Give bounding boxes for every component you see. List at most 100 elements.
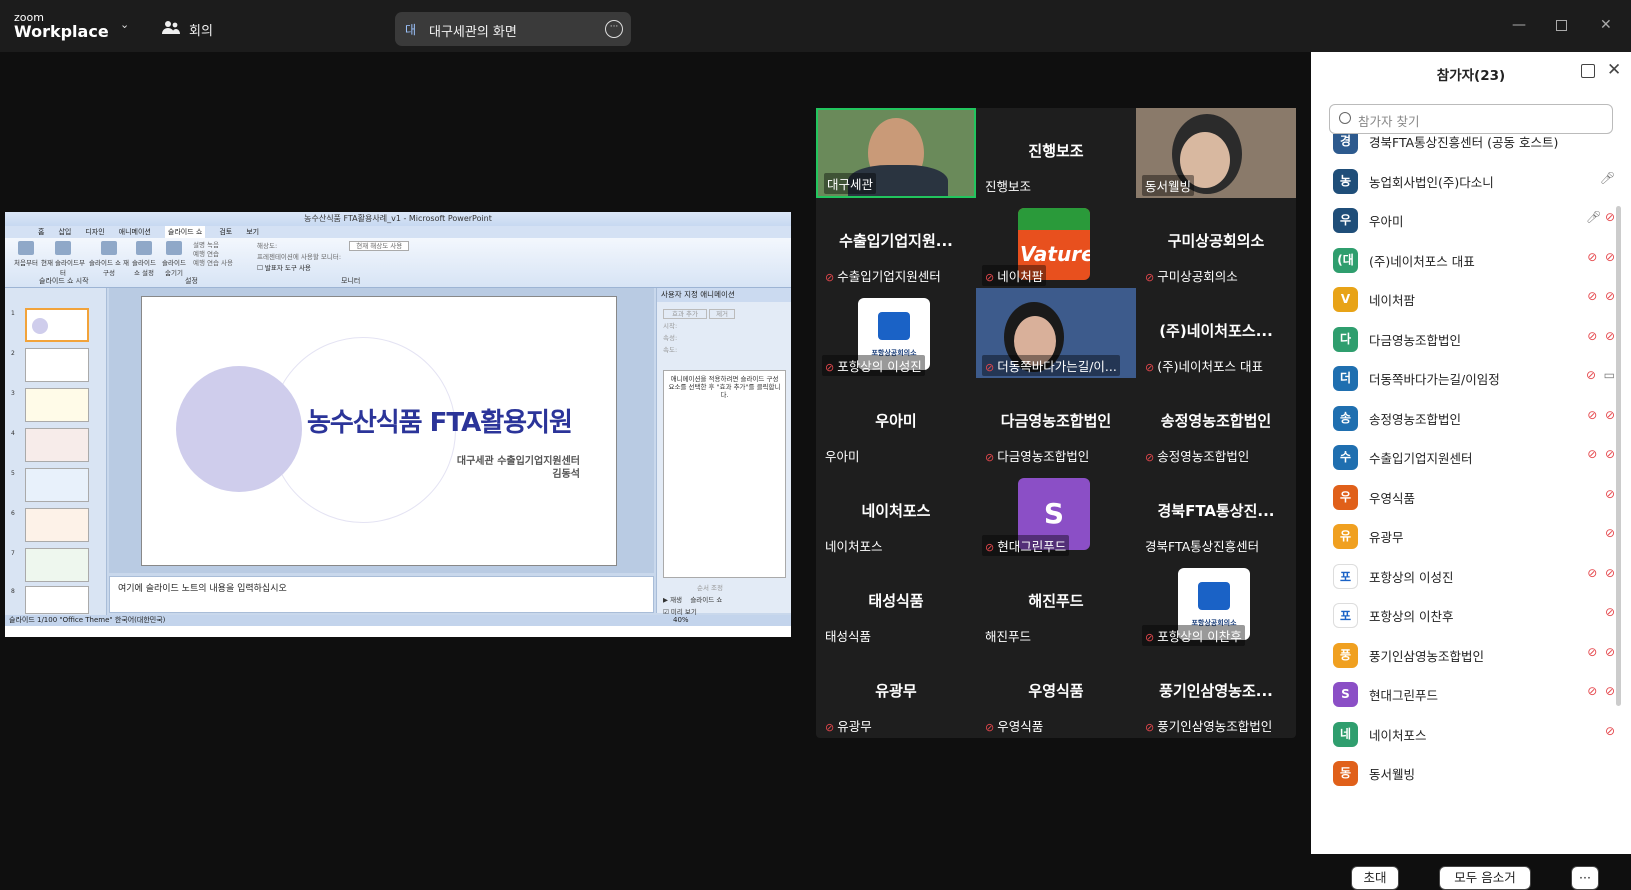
participant-status-icons[interactable]: ⊘ ▭: [1586, 368, 1615, 382]
ppt-statusbar: 슬라이드 1/100 "Office Theme" 한국어(대한민국) 40%: [5, 615, 791, 626]
video-tile[interactable]: 네이처포스 네이처포스: [816, 468, 976, 558]
mic-muted-icon: ⊘: [1587, 328, 1598, 343]
video-tile[interactable]: ⊘ 더동쪽바다가는길/이...: [976, 288, 1136, 378]
video-tile[interactable]: 유광무 ⊘ 유광무: [816, 648, 976, 738]
video-tile[interactable]: 다금영농조합법인 ⊘ 다금영농조합법인: [976, 378, 1136, 468]
tile-label: 태성식품: [825, 629, 872, 644]
slide-num: 7: [11, 550, 15, 557]
video-off-icon: ⊘: [1604, 723, 1615, 738]
tile-label: ⊘ 구미상공회의소: [1145, 269, 1238, 284]
video-tile[interactable]: 포항상공회의소 ⊘ 포항상의 이성진: [816, 288, 976, 378]
participant-status-icons[interactable]: ⊘: [1605, 526, 1615, 540]
participant-status-icons[interactable]: ⊘: [1605, 487, 1615, 501]
mic-muted-icon: ⊘: [1145, 271, 1155, 284]
ppt-btn: 슬라이드 쇼 설정: [129, 241, 159, 277]
ppt-tab: 애니메이션: [118, 228, 151, 236]
participant-status-icons[interactable]: ⊘: [1605, 605, 1615, 619]
video-off-icon: ⊘: [1604, 328, 1615, 343]
participant-row[interactable]: (대 (주)네이처포스 대표 ⊘ ⊘: [1333, 245, 1619, 275]
participant-row[interactable]: 다 다금영농조합법인 ⊘ ⊘: [1333, 324, 1619, 354]
participant-status-icons[interactable]: 🎤︎ ⊘: [1586, 210, 1615, 224]
tile-name: 경북FTA통상진...: [1157, 502, 1275, 520]
video-tile[interactable]: 구미상공회의소 ⊘ 구미상공회의소: [1136, 198, 1296, 288]
video-tile[interactable]: 송정영농조합법인 ⊘ 송정영농조합법인: [1136, 378, 1296, 468]
video-tile[interactable]: 경북FTA통상진... 경북FTA통상진흥센터: [1136, 468, 1296, 558]
mic-muted-icon: ⊘: [985, 451, 995, 464]
participant-row[interactable]: 더 더동쪽바다가는길/이임정 ⊘ ▭: [1333, 363, 1619, 393]
anim-header: 사용자 지정 애니메이션: [657, 288, 791, 302]
video-tile[interactable]: 풍기인삼영농조... ⊘ 풍기인삼영농조합법인: [1136, 648, 1296, 738]
chevron-down-icon[interactable]: ⌄: [120, 18, 129, 31]
video-tile[interactable]: 우영식품 ⊘ 우영식품: [976, 648, 1136, 738]
participant-scrollbar[interactable]: [1616, 206, 1621, 706]
zoom-logo: zoom Workplace: [14, 11, 109, 41]
tile-label: ⊘ 풍기인삼영농조합법인: [1145, 719, 1273, 734]
participant-row[interactable]: 경 경북FTA통상진흥센터 (공동 호스트): [1333, 134, 1619, 156]
ppt-btn: 슬라이드 숨기기: [159, 241, 189, 277]
video-tile[interactable]: 대구세관: [816, 108, 976, 198]
video-tile[interactable]: 태성식품 태성식품: [816, 558, 976, 648]
participant-status-icons[interactable]: 🎤︎: [1600, 171, 1615, 185]
avatar: (대: [1333, 247, 1358, 273]
participant-row[interactable]: 농 농업회사법인(주)다소니 🎤︎: [1333, 166, 1619, 196]
participant-row[interactable]: 풍 풍기인삼영농조합법인 ⊘ ⊘: [1333, 640, 1619, 670]
participant-status-icons[interactable]: ⊘ ⊘: [1587, 447, 1615, 461]
participant-row[interactable]: 네 네이처포스 ⊘: [1333, 719, 1619, 749]
mute-all-button[interactable]: 모두 음소거: [1439, 866, 1531, 890]
video-tile[interactable]: Vature ⊘ 네이처팜: [976, 198, 1136, 288]
video-icon: ▭: [1603, 368, 1615, 382]
shared-screen[interactable]: 농수산식품 FTA활용사례_v1 - Microsoft PowerPoint …: [5, 212, 791, 637]
mic-muted-icon: ⊘: [1587, 289, 1598, 303]
participant-status-icons[interactable]: ⊘ ⊘: [1587, 566, 1615, 580]
video-tile[interactable]: 해진푸드 해진푸드: [976, 558, 1136, 648]
meeting-menu[interactable]: 회의: [189, 20, 213, 39]
participant-status-icons[interactable]: ⊘ ⊘: [1587, 289, 1615, 303]
participant-row[interactable]: 송 송정영농조합법인 ⊘ ⊘: [1333, 403, 1619, 433]
maximize-icon[interactable]: [1556, 20, 1567, 31]
participant-status-icons[interactable]: ⊘ ⊘: [1587, 684, 1615, 698]
ppt-tab: 보기: [246, 228, 260, 236]
video-tile[interactable]: (주)네이처포스... ⊘ (주)네이처포스 대표: [1136, 288, 1296, 378]
video-tile[interactable]: 동서웰빙: [1136, 108, 1296, 198]
video-tile[interactable]: 수출입기업지원... ⊘ 수출입기업지원센터: [816, 198, 976, 288]
screen-share-indicator[interactable]: 대 대구세관의 화면 ···: [395, 12, 631, 46]
participant-search-input[interactable]: 참가자 찾기: [1329, 104, 1613, 134]
minimize-icon[interactable]: —: [1512, 17, 1526, 33]
avatar: 포: [1333, 563, 1358, 589]
participant-row[interactable]: S 현대그린푸드 ⊘ ⊘: [1333, 679, 1619, 709]
video-tile[interactable]: 우아미 우아미: [816, 378, 976, 468]
tile-name: 우아미: [875, 412, 917, 430]
more-button[interactable]: ···: [1571, 866, 1599, 890]
video-tile[interactable]: S ⊘ 현대그린푸드: [976, 468, 1136, 558]
participant-row[interactable]: V 네이처팜 ⊘ ⊘: [1333, 284, 1619, 314]
participant-status-icons[interactable]: ⊘ ⊘: [1587, 250, 1615, 264]
participant-name: 우영식품: [1369, 490, 1416, 506]
video-tile[interactable]: 포항상공회의소 ⊘ 포항상의 이찬후: [1136, 558, 1296, 648]
participant-status-icons[interactable]: ⊘ ⊘: [1587, 408, 1615, 422]
participant-row[interactable]: 유 유광무 ⊘: [1333, 521, 1619, 551]
close-panel-icon[interactable]: ✕: [1607, 60, 1621, 80]
participant-row[interactable]: 포 포항상의 이성진 ⊘ ⊘: [1333, 561, 1619, 591]
mic-muted-icon: ⊘: [985, 271, 995, 284]
close-window-icon[interactable]: ✕: [1600, 17, 1612, 33]
tile-name: 풍기인삼영농조...: [1159, 682, 1273, 700]
participant-status-icons[interactable]: ⊘ ⊘: [1587, 329, 1615, 343]
participant-status-icons[interactable]: ⊘ ⊘: [1587, 645, 1615, 659]
participant-name: 현대그린푸드: [1369, 688, 1439, 703]
participant-row[interactable]: 우 우영식품 ⊘: [1333, 482, 1619, 512]
participant-row[interactable]: 우 우아미 🎤︎ ⊘: [1333, 205, 1619, 235]
invite-button[interactable]: 초대: [1351, 866, 1399, 890]
video-off-icon: ⊘: [1604, 644, 1615, 659]
video-off-icon: ⊘: [1604, 447, 1615, 461]
participant-status-icons[interactable]: ⊘: [1605, 724, 1615, 738]
pop-out-icon[interactable]: [1581, 64, 1595, 78]
more-options-icon[interactable]: ···: [605, 20, 623, 38]
avatar: 우: [1333, 208, 1358, 233]
participant-row[interactable]: 동 동서웰빙: [1333, 758, 1619, 788]
tile-label: 우아미: [825, 449, 860, 464]
tile-label: 경북FTA통상진흥센터: [1145, 539, 1260, 554]
participant-row[interactable]: 수 수출입기업지원센터 ⊘ ⊘: [1333, 442, 1619, 472]
slide-decoration: [176, 366, 302, 492]
video-tile[interactable]: 진행보조 진행보조: [976, 108, 1136, 198]
participant-row[interactable]: 포 포항상의 이찬후 ⊘: [1333, 600, 1619, 630]
